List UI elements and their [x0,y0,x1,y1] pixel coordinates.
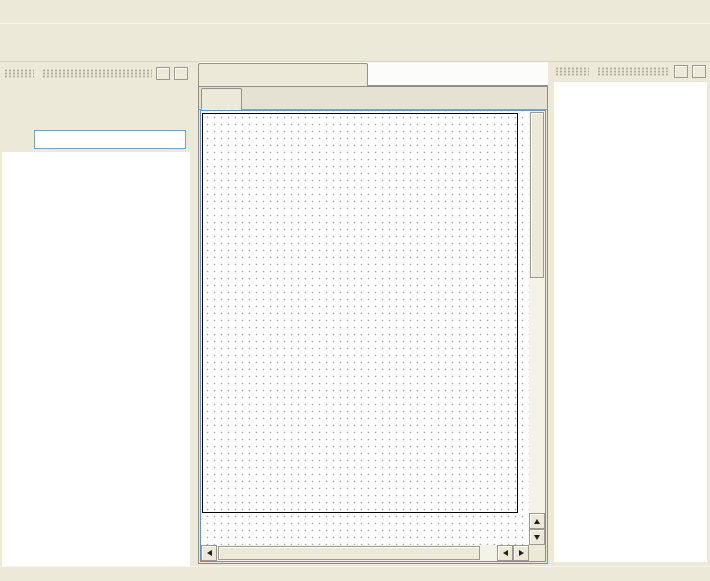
horizontal-scrollbar[interactable] [201,545,529,561]
filter-input[interactable] [34,130,186,149]
dock-float-button[interactable] [674,65,688,78]
scroll-right-button[interactable] [513,545,529,561]
project-window [198,86,548,564]
dock-handle[interactable] [555,67,589,76]
elements-panel-titlebar[interactable] [2,64,190,82]
hscroll-thumb[interactable] [218,546,480,560]
workspace-area [194,62,552,566]
left-arrow-icon [503,550,508,556]
up-arrow-icon [534,519,540,524]
scrollbar-corner [529,545,545,561]
float-icon [677,67,686,76]
scroll-down-button[interactable] [529,529,545,545]
undo-panel-dock [553,62,708,566]
dock-handle[interactable] [597,67,670,76]
left-arrow-icon [207,550,212,556]
close-icon [695,67,704,76]
vscroll-thumb[interactable] [530,112,544,278]
undo-history-list[interactable] [554,82,707,562]
schema-icon [212,93,225,106]
schema-canvas[interactable] [201,111,529,545]
elements-tree [2,152,190,566]
scroll-left-button[interactable] [201,545,217,561]
vertical-scrollbar[interactable] [529,111,545,545]
clear-filter-icon[interactable] [6,131,24,147]
tab-projet-sans-titre[interactable] [198,63,368,86]
main-toolbar [0,24,710,62]
elements-panel-dock [2,64,190,566]
tab-schema-sans-titre[interactable] [201,88,242,110]
dock-handle[interactable] [42,69,152,78]
filter-row [2,126,190,152]
scroll-up-button[interactable] [529,513,545,529]
float-icon [159,69,168,78]
diagram-view [200,110,546,562]
dock-close-button[interactable] [174,67,188,80]
project-tabbar [198,62,548,86]
down-arrow-icon [534,535,540,540]
schema-tabbar [199,87,547,110]
undo-panel-titlebar[interactable] [553,62,708,80]
scroll-left-button-2[interactable] [497,545,513,561]
right-arrow-icon [519,550,524,556]
elements-panel-toolbar [2,82,190,126]
dock-handle[interactable] [4,69,34,78]
dock-close-button[interactable] [692,65,706,78]
project-icon [273,69,287,82]
close-icon [177,69,186,78]
dock-float-button[interactable] [156,67,170,80]
diagram-frame [202,113,518,513]
menubar [0,0,710,24]
status-bar [0,566,710,581]
